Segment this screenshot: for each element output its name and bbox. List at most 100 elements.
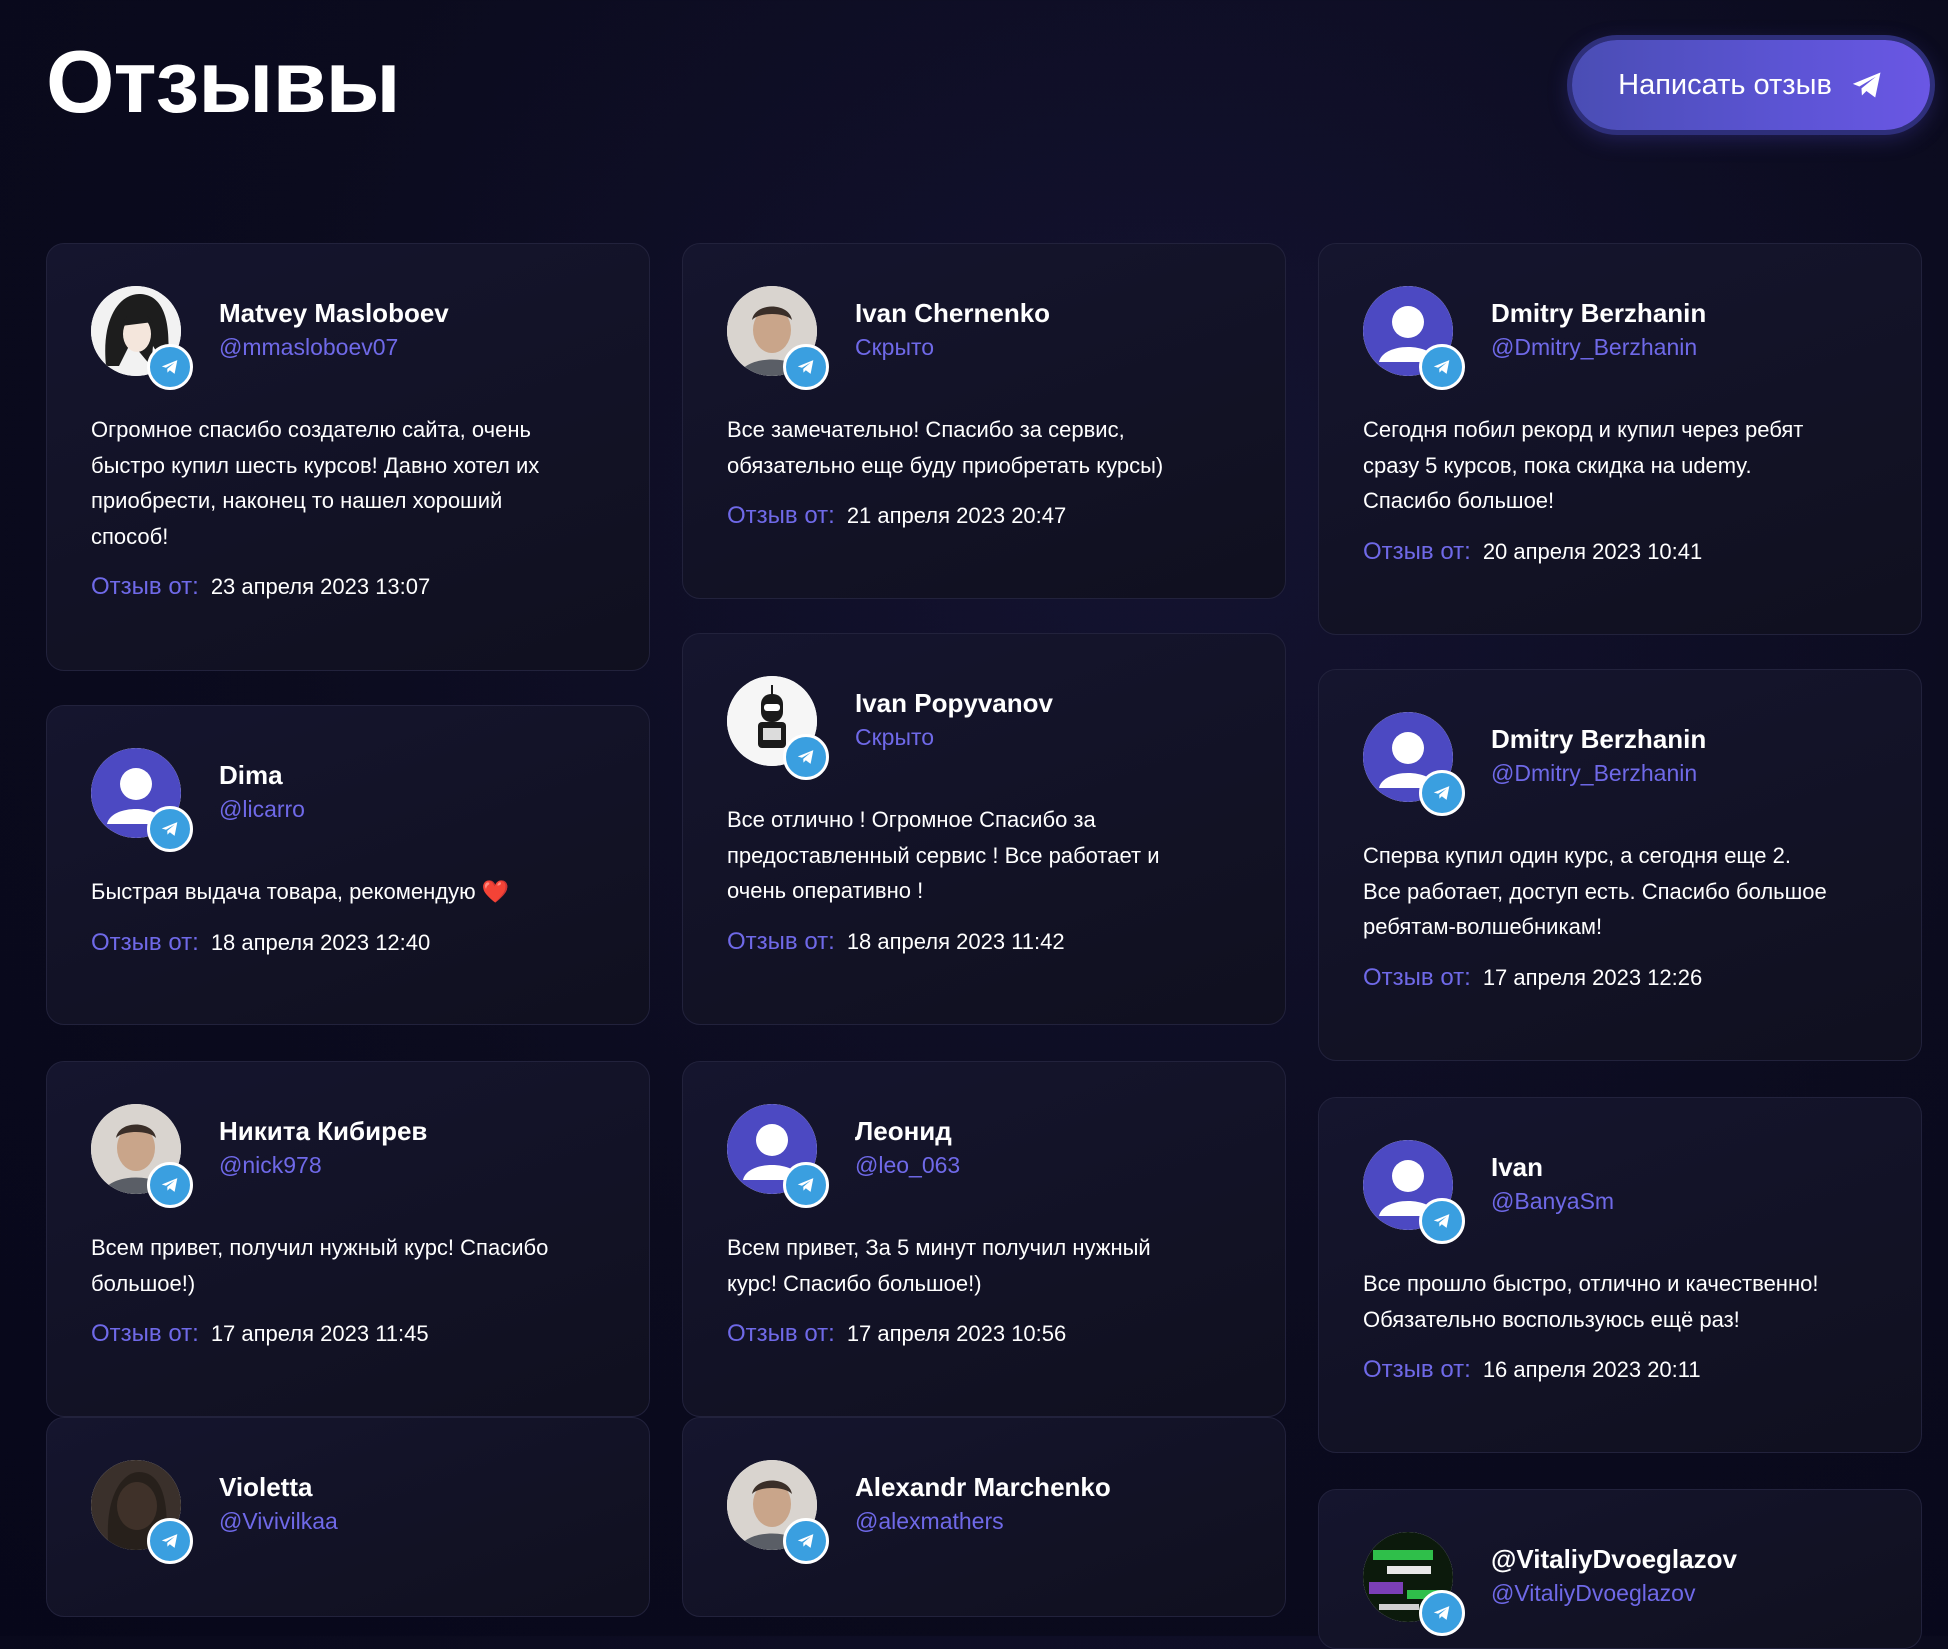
review-text: Сегодня побил рекорд и купил через ребят… (1363, 417, 1804, 513)
avatar (91, 286, 193, 390)
telegram-icon (161, 360, 178, 374)
review-card: Matvey Masloboev @mmasloboev07 Огромное сп… (46, 243, 650, 671)
telegram-badge (783, 1518, 829, 1564)
review-date-label: Отзыв от: (727, 502, 835, 529)
review-card: Ivan Chernenko Скрыто Все замечательно! Сп… (682, 243, 1286, 599)
review-author: Violetta @Vivivilkaa (91, 1460, 605, 1564)
author-name: Dmitry Berzhanin (1491, 724, 1707, 754)
avatar (1363, 286, 1465, 390)
telegram-icon (1433, 1214, 1450, 1228)
review-author: Никита Кибирев @nick978 (91, 1104, 605, 1208)
avatar (1363, 1532, 1465, 1636)
review-author: Alexandr Marchenko @alexmathers (727, 1460, 1241, 1564)
telegram-icon (161, 822, 178, 836)
review-card: Ivan Popyvanov Скрыто Все отлично ! Огромн… (682, 633, 1286, 1025)
author-name: Никита Кибирев (219, 1116, 428, 1146)
review-date: 23 апреля 2023 13:07 (210, 574, 431, 599)
review-author: Леонид @leo_063 (727, 1104, 1241, 1208)
author-handle: @leo_063 (855, 1152, 961, 1178)
author-name: Dmitry Berzhanin (1491, 298, 1707, 328)
telegram-badge (1419, 1590, 1465, 1636)
review-text: Быстрая выдача товара, рекомендую ❤️ (91, 879, 510, 904)
review-text: Всем привет, За 5 минут получил нужный к… (727, 1235, 1151, 1296)
avatar (91, 1104, 193, 1208)
review-card: Dmitry Berzhanin @Dmitry_Berzhanin Сперва … (1318, 669, 1922, 1061)
review-date-label: Отзыв от: (91, 1320, 199, 1347)
author-name: Леонид (855, 1116, 952, 1146)
author-handle: @Dmitry_Berzhanin (1491, 334, 1698, 360)
review-date: 17 апреля 2023 12:26 (1482, 964, 1703, 990)
author-handle: Скрыто (855, 724, 935, 750)
review-meta: Отзыв от: 20 апреля 2023 10:41 (1363, 534, 1877, 569)
review-meta: Отзыв от: 17 апреля 2023 11:45 (91, 1316, 605, 1351)
author-name: Ivan Popyvanov (855, 688, 1053, 718)
telegram-icon (1433, 360, 1450, 374)
review-author: Matvey Masloboev @mmasloboev07 (91, 286, 605, 390)
review-meta: Отзыв от: 18 апреля 2023 11:42 (727, 924, 1241, 959)
author-name: @VitaliyDvoeglazov (1491, 1544, 1737, 1574)
author-handle: @mmasloboev07 (219, 334, 399, 360)
review-meta: Отзыв от: 18 апреля 2023 12:40 (91, 925, 605, 960)
avatar (727, 286, 829, 390)
telegram-badge (783, 1162, 829, 1208)
review-card: Никита Кибирев @nick978 Всем привет, получ… (46, 1061, 650, 1417)
telegram-badge (147, 1162, 193, 1208)
telegram-icon (797, 1178, 814, 1192)
review-meta: Отзыв от: 21 апреля 2023 20:47 (727, 498, 1241, 533)
author-handle: @alexmathers (855, 1508, 1004, 1534)
telegram-icon (161, 1178, 178, 1192)
review-author: Ivan Popyvanov Скрыто (727, 676, 1241, 780)
review-date: 21 апреля 2023 20:47 (846, 503, 1067, 528)
review-author: Dmitry Berzhanin @Dmitry_Berzhanin (1363, 286, 1877, 390)
review-date: 17 апреля 2023 11:45 (210, 1321, 429, 1346)
review-date-label: Отзыв от: (1363, 537, 1471, 565)
telegram-badge (783, 734, 829, 780)
review-card: Dmitry Berzhanin @Dmitry_Berzhanin Сегодня… (1318, 243, 1922, 635)
review-text: Все прошло быстро, отлично и качественно… (1363, 1271, 1819, 1332)
write-review-button[interactable]: Написать отзыв (1572, 40, 1930, 130)
write-review-button-label: Написать отзыв (1618, 68, 1832, 101)
author-name: Ivan Chernenko (855, 298, 1051, 328)
review-meta: Отзыв от: 23 апреля 2023 13:07 (91, 569, 605, 604)
page-header: Отзывы Написать отзыв (0, 0, 1948, 190)
review-date: 16 апреля 2023 20:11 (1482, 1357, 1701, 1382)
telegram-icon (161, 1534, 178, 1548)
review-date-label: Отзыв от: (1363, 1356, 1471, 1383)
review-author: Dmitry Berzhanin @Dmitry_Berzhanin (1363, 712, 1877, 816)
review-date-label: Отзыв от: (727, 1320, 835, 1347)
telegram-icon (797, 750, 814, 764)
author-handle: @nick978 (219, 1152, 322, 1178)
author-handle: Скрыто (855, 334, 935, 360)
review-text: Все отлично ! Огромное Спасибо за предос… (727, 807, 1160, 903)
telegram-icon (1433, 786, 1450, 800)
send-icon (1852, 72, 1881, 98)
avatar (91, 748, 193, 852)
review-author: Ivan @BanyaSm (1363, 1140, 1877, 1244)
author-name: Ivan (1491, 1152, 1544, 1182)
telegram-badge (147, 344, 193, 390)
telegram-icon (1433, 1606, 1450, 1620)
review-date-label: Отзыв от: (1363, 963, 1471, 991)
review-date: 18 апреля 2023 12:40 (210, 929, 431, 955)
telegram-badge (1419, 1198, 1465, 1244)
review-date: 18 апреля 2023 11:42 (846, 928, 1065, 954)
author-name: Dima (219, 760, 283, 790)
avatar (91, 1460, 193, 1564)
review-meta: Отзыв от: 17 апреля 2023 12:26 (1363, 960, 1877, 995)
avatar (1363, 1140, 1465, 1244)
author-handle: @licarro (219, 796, 305, 822)
review-date: 20 апреля 2023 10:41 (1482, 538, 1703, 564)
review-card: @VitaliyDvoeglazov @VitaliyDvoeglazov (1318, 1489, 1922, 1649)
telegram-badge (1419, 770, 1465, 816)
review-meta: Отзыв от: 17 апреля 2023 10:56 (727, 1316, 1241, 1351)
review-author: @VitaliyDvoeglazov @VitaliyDvoeglazov (1363, 1532, 1877, 1636)
review-text: Все замечательно! Спасибо за сервис, обя… (727, 417, 1164, 478)
review-text: Всем привет, получил нужный курс! Спасиб… (91, 1235, 549, 1296)
review-card: Ivan @BanyaSm Все прошло быстро, отлично и… (1318, 1097, 1922, 1453)
author-name: Violetta (219, 1472, 313, 1502)
telegram-badge (1419, 344, 1465, 390)
author-handle: @Vivivilkaa (219, 1508, 338, 1534)
telegram-badge (783, 344, 829, 390)
author-handle: @Dmitry_Berzhanin (1491, 760, 1698, 786)
page-title: Отзывы (46, 32, 401, 131)
